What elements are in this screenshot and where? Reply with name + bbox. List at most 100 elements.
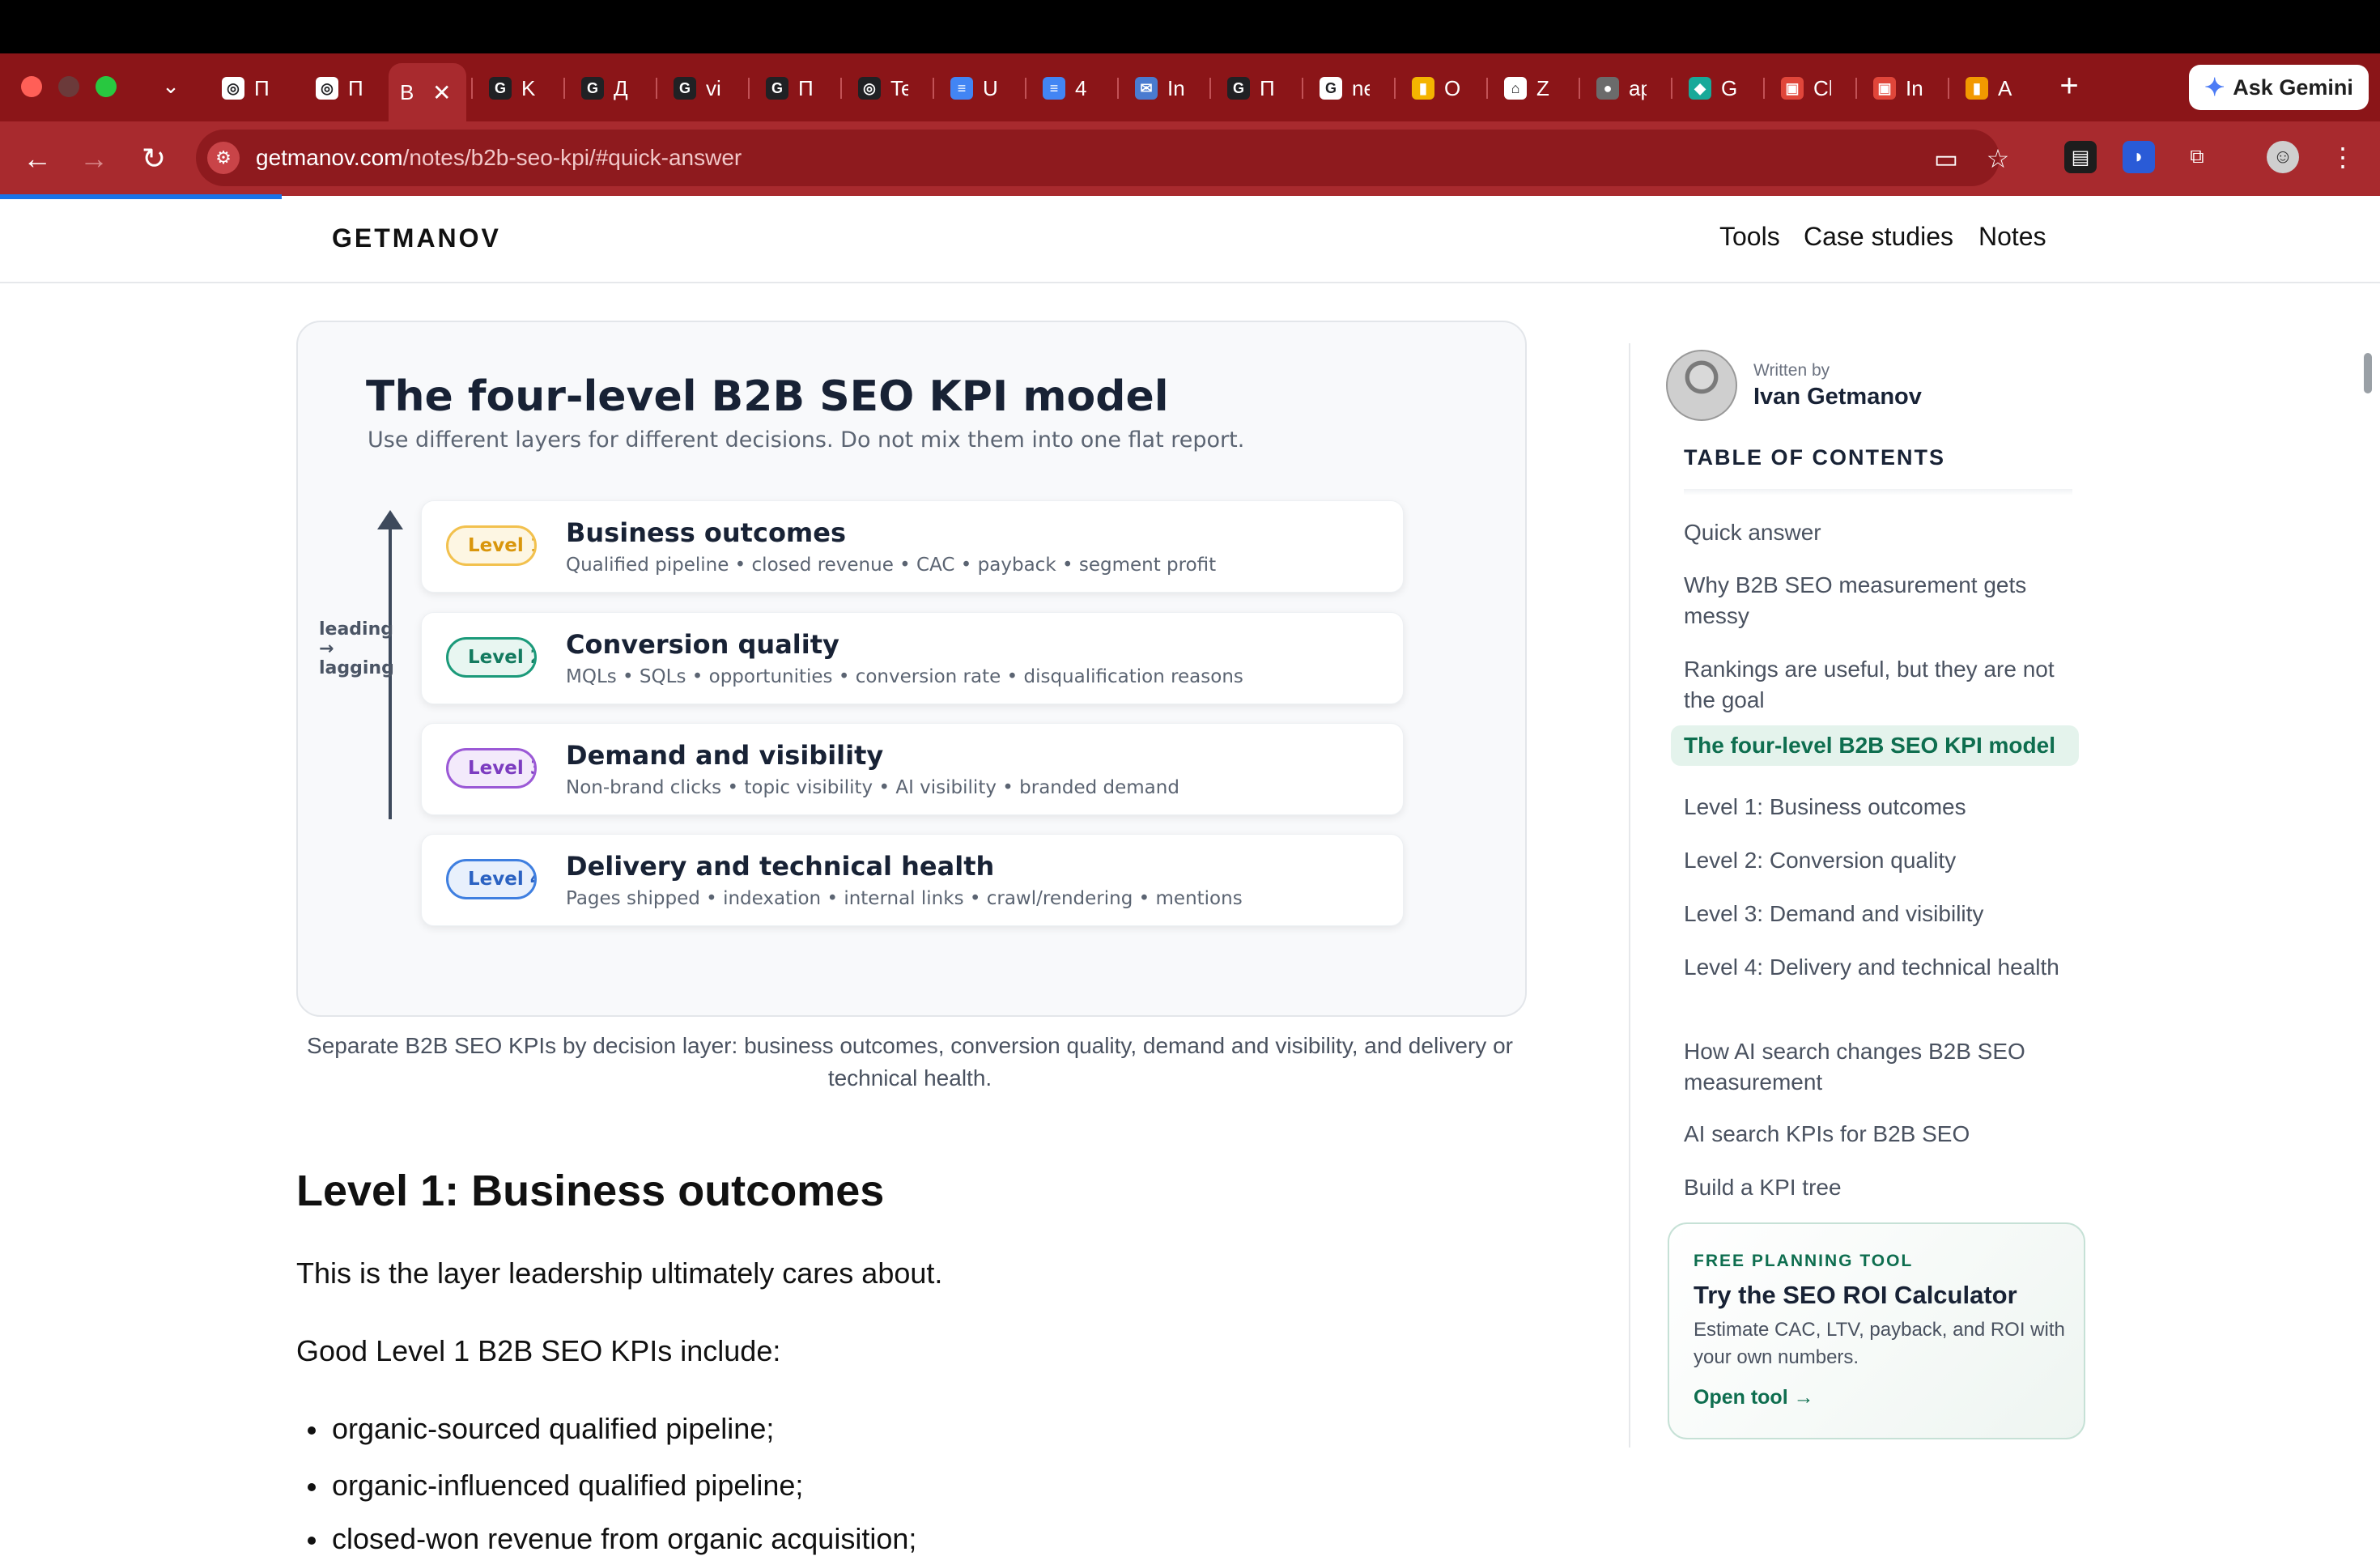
browser-tab[interactable]: GП xyxy=(1216,65,1303,112)
toc-item-level-2[interactable]: Level 2: Conversion quality xyxy=(1684,845,2064,876)
tab-separator xyxy=(1302,78,1303,99)
toc-item-level-4[interactable]: Level 4: Delivery and technical health xyxy=(1684,952,2064,983)
toc-item-quick-answer[interactable]: Quick answer xyxy=(1684,517,2064,548)
tab-title: In xyxy=(1906,75,1923,100)
browser-tab[interactable]: ◎ П xyxy=(210,65,298,112)
browser-tab[interactable]: ● ap xyxy=(1585,65,1672,112)
tab-title: K xyxy=(521,75,536,100)
extensions-puzzle-icon[interactable]: ⧉ xyxy=(2181,141,2213,173)
reload-button[interactable]: ↻ xyxy=(134,139,173,178)
bookmark-star-icon[interactable]: ☆ xyxy=(1982,142,2014,175)
browser-tab[interactable]: ▣ In xyxy=(1862,65,1949,112)
toc-item-why-messy[interactable]: Why B2B SEO measurement gets messy xyxy=(1684,570,2064,631)
browser-tab[interactable]: ◆ G xyxy=(1677,65,1765,112)
gemini-sparkle-icon: ✦ xyxy=(2204,74,2225,101)
section-heading: Level 1: Business outcomes xyxy=(296,1167,885,1215)
browser-tab[interactable]: ▮ O xyxy=(1400,65,1488,112)
nav-notes[interactable]: Notes xyxy=(1978,222,2046,252)
tab-title: ne xyxy=(1352,75,1370,100)
nav-case-studies[interactable]: Case studies xyxy=(1804,222,1953,252)
close-window-button[interactable] xyxy=(21,76,42,97)
level-pill: Level 1 xyxy=(446,525,537,566)
nav-tools[interactable]: Tools xyxy=(1719,222,1780,252)
extension-shield-icon[interactable]: ◗ xyxy=(2123,141,2155,173)
tab-search-chevron-icon[interactable]: ⌄ xyxy=(159,71,183,100)
scrollbar-thumb[interactable] xyxy=(2364,353,2372,393)
home-icon: ⌂ xyxy=(1504,77,1527,100)
tab-title: Z xyxy=(1536,75,1549,100)
address-bar[interactable]: ⚙ getmanov.com/notes/b2b-seo-kpi/#quick-… xyxy=(196,130,2000,186)
tab-title: П xyxy=(348,75,363,100)
tab-title: O xyxy=(1444,75,1461,100)
browser-tab[interactable]: ▮ A xyxy=(1954,65,2042,112)
open-tool-link[interactable]: Open tool → xyxy=(1694,1386,1814,1409)
tab-separator xyxy=(1579,78,1580,99)
level-card-3: Level 3 Demand and visibility Non-brand … xyxy=(421,723,1404,815)
docs-icon: ≡ xyxy=(1043,77,1065,100)
tab-title: G xyxy=(1721,75,1738,100)
g-icon: G xyxy=(581,77,604,100)
back-button[interactable]: ← xyxy=(18,139,57,178)
new-tab-button[interactable]: + xyxy=(2053,68,2085,104)
level-card-4: Level 4 Delivery and technical health Pa… xyxy=(421,834,1404,926)
url-host: getmanov.com xyxy=(256,145,403,170)
browser-tab[interactable]: ◎ Te xyxy=(847,65,934,112)
openai-icon: ◎ xyxy=(222,77,244,100)
browser-tab[interactable]: Gvi xyxy=(662,65,750,112)
tab-title: A xyxy=(1998,75,2012,100)
tab-separator xyxy=(840,78,842,99)
browser-tab[interactable]: ◎ П xyxy=(304,65,392,112)
level-description: MQLs • SQLs • opportunities • conversion… xyxy=(566,666,1243,687)
minimize-window-button[interactable] xyxy=(58,76,79,97)
maximize-window-button[interactable] xyxy=(96,76,117,97)
browser-tab[interactable]: ⌂ Z xyxy=(1493,65,1580,112)
axis-label-bottom: lagging xyxy=(319,658,394,678)
level-card-1: Level 1 Business outcomes Qualified pipe… xyxy=(421,500,1404,593)
menu-bar xyxy=(0,0,2380,53)
figure-caption: Separate B2B SEO KPIs by decision layer:… xyxy=(307,1033,1513,1090)
toc-item-four-level-model[interactable]: The four-level B2B SEO KPI model xyxy=(1671,725,2079,766)
browser-tab[interactable]: ✉ In xyxy=(1124,65,1211,112)
figure-title: The four-level B2B SEO KPI model xyxy=(366,372,1169,421)
tab-separator xyxy=(748,78,750,99)
toc-item-ai-search-kpis[interactable]: AI search KPIs for B2B SEO xyxy=(1684,1119,2064,1150)
install-app-icon[interactable]: ▭ xyxy=(1930,142,1962,175)
globe-icon: ● xyxy=(1596,77,1619,100)
tab-separator xyxy=(471,78,473,99)
browser-tab[interactable]: GK xyxy=(478,65,565,112)
browser-tab[interactable]: ≡ 4 xyxy=(1031,65,1119,112)
ask-gemini-button[interactable]: ✦ Ask Gemini xyxy=(2189,65,2369,110)
level-title: Conversion quality xyxy=(566,629,839,660)
site-info-icon[interactable]: ⚙ xyxy=(207,142,240,174)
tab-title: П xyxy=(1260,75,1275,100)
profile-avatar-icon[interactable]: ☺ xyxy=(2267,141,2299,173)
toc-item-level-1[interactable]: Level 1: Business outcomes xyxy=(1684,792,2064,823)
tab-title: B xyxy=(400,79,414,104)
level-title: Delivery and technical health xyxy=(566,851,995,882)
openai-icon: ◎ xyxy=(858,77,881,100)
browser-tab[interactable]: B ✕ xyxy=(389,63,466,121)
promo-description: Estimate CAC, LTV, payback, and ROI with… xyxy=(1694,1319,2065,1368)
window-icon: ▣ xyxy=(1873,77,1896,100)
toc-item-rankings[interactable]: Rankings are useful, but they are not th… xyxy=(1684,654,2064,716)
browser-tab[interactable]: GП xyxy=(754,65,842,112)
browser-menu-icon[interactable]: ⋮ xyxy=(2327,141,2359,173)
site-logo[interactable]: GETMANOV xyxy=(332,223,501,253)
tab-separator xyxy=(1394,78,1396,99)
browser-tab[interactable]: GД xyxy=(570,65,657,112)
level-pill: Level 2 xyxy=(446,637,537,678)
author-name[interactable]: Ivan Getmanov xyxy=(1753,384,1922,410)
toc-item-level-3[interactable]: Level 3: Demand and visibility xyxy=(1684,899,2064,929)
tab-separator xyxy=(1117,78,1119,99)
browser-tab[interactable]: ≡ U xyxy=(939,65,1026,112)
browser-tab[interactable]: Gne xyxy=(1308,65,1396,112)
forward-button[interactable]: → xyxy=(74,139,113,178)
extension-terminal-icon[interactable]: ▤ xyxy=(2064,141,2097,173)
toc-item-ai-search-changes[interactable]: How AI search changes B2B SEO measuremen… xyxy=(1684,1036,2064,1098)
tab-title: 4 xyxy=(1075,75,1087,100)
list-item-text: organic-influenced qualified pipeline; xyxy=(332,1469,804,1502)
toc-item-kpi-tree[interactable]: Build a KPI tree xyxy=(1684,1172,2064,1203)
browser-tab[interactable]: ▣ Cl xyxy=(1770,65,1857,112)
tab-separator xyxy=(563,78,565,99)
close-tab-icon[interactable]: ✕ xyxy=(432,79,451,106)
